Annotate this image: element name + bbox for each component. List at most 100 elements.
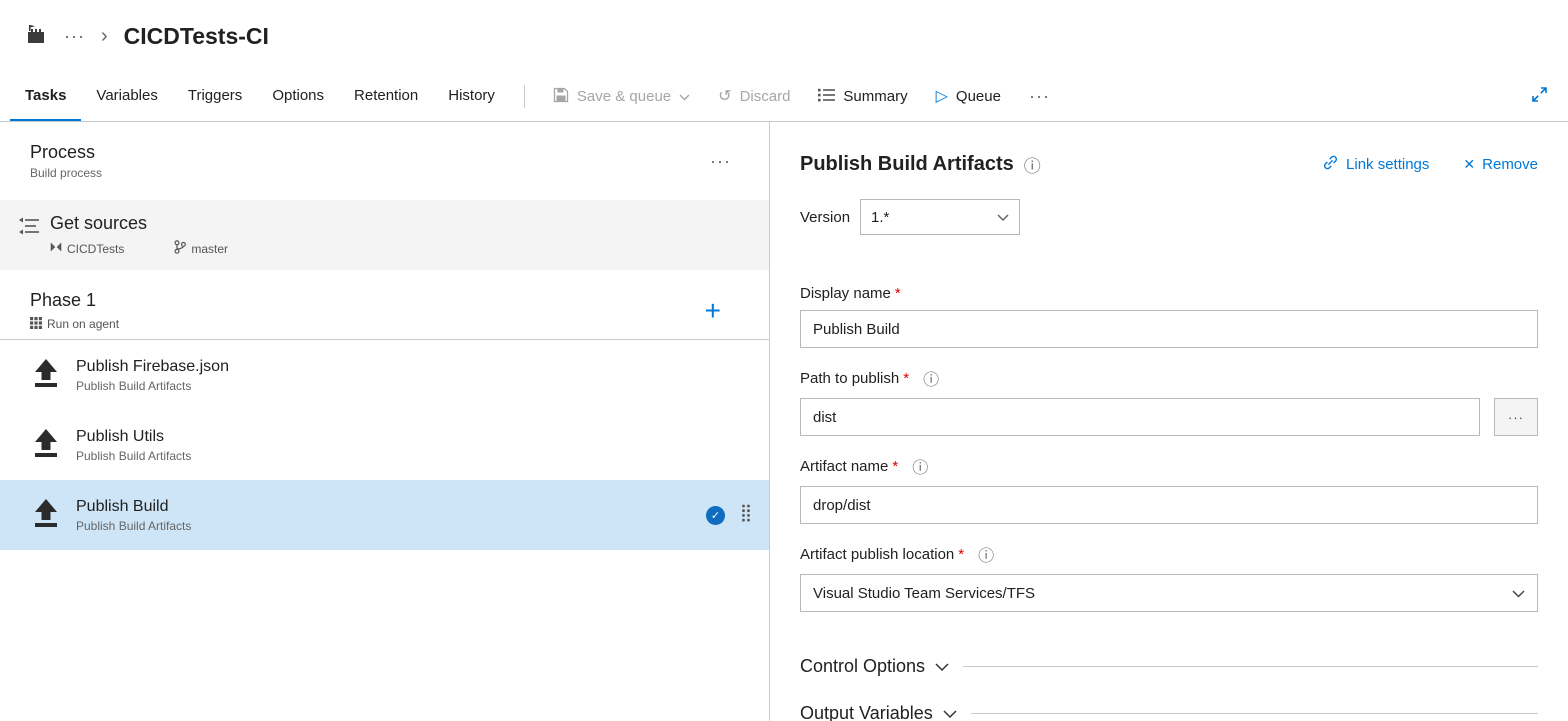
selected-check-icon: ✓: [706, 505, 725, 525]
task-name: Publish Build: [76, 497, 169, 515]
task-item-publish-firebase[interactable]: Publish Firebase.json Publish Build Arti…: [0, 340, 769, 410]
tab-label: Triggers: [187, 87, 243, 104]
branch-icon: [174, 240, 187, 257]
queue-button[interactable]: ▷ Queue: [922, 72, 1015, 121]
control-options-section[interactable]: Control Options: [800, 656, 1538, 677]
remove-button[interactable]: ✕ Remove: [1463, 156, 1538, 173]
version-label: Version: [800, 208, 851, 226]
info-icon[interactable]: ⓘ: [923, 366, 939, 390]
sources-icon: [18, 217, 40, 257]
process-title: Process: [30, 142, 96, 162]
branch-name: master: [191, 241, 229, 256]
page-title: CICDTests-CI: [123, 22, 269, 49]
toolbar-more-button[interactable]: ···: [1015, 72, 1064, 121]
toolbar-divider: [523, 85, 525, 108]
path-to-publish-input[interactable]: [800, 398, 1480, 436]
chevron-down-icon: [925, 656, 949, 677]
task-type: Publish Build Artifacts: [76, 378, 192, 393]
link-settings-label: Link settings: [1346, 156, 1430, 173]
close-icon: ✕: [1463, 156, 1476, 172]
task-name: Publish Utils: [76, 427, 165, 445]
path-to-publish-label: Path to publish: [800, 369, 900, 387]
task-detail-panel: Publish Build Artifacts ⓘ Link settings …: [770, 122, 1568, 721]
version-value: 1.*: [871, 208, 890, 226]
repository-name: CICDTests: [67, 241, 125, 256]
discard-button[interactable]: ↺ Discard: [704, 72, 804, 121]
chevron-down-icon: [679, 88, 690, 105]
upload-artifact-icon: [32, 498, 60, 533]
tab-tasks[interactable]: Tasks: [10, 72, 82, 121]
tab-label: History: [448, 87, 495, 104]
process-more-button[interactable]: ···: [710, 151, 731, 172]
agent-grid-icon: [30, 316, 42, 332]
artifact-name-label: Artifact name: [800, 457, 889, 475]
required-mark: *: [894, 285, 901, 302]
task-name: Publish Firebase.json: [76, 357, 229, 375]
get-sources-item[interactable]: Get sources CICDTests master: [0, 200, 769, 270]
tab-label: Tasks: [25, 87, 67, 104]
tab-options[interactable]: Options: [257, 72, 339, 121]
fullscreen-button[interactable]: [1511, 72, 1568, 121]
path-to-publish-field-group: Path to publish * ⓘ ···: [800, 366, 1538, 436]
info-icon[interactable]: ⓘ: [1024, 152, 1041, 177]
build-definition-icon: [24, 22, 48, 51]
breadcrumb-chevron-icon: ›: [100, 24, 108, 47]
tab-history[interactable]: History: [433, 72, 510, 121]
task-item-publish-utils[interactable]: Publish Utils Publish Build Artifacts: [0, 410, 769, 480]
artifact-publish-location-select[interactable]: Visual Studio Team Services/TFS: [800, 574, 1538, 612]
phase-item[interactable]: Phase 1 Run on agent +: [0, 282, 769, 340]
task-detail-title: Publish Build Artifacts: [800, 153, 1014, 175]
task-type: Publish Build Artifacts: [76, 518, 192, 533]
section-divider: [970, 713, 1538, 714]
remove-label: Remove: [1482, 156, 1538, 173]
display-name-input[interactable]: [800, 310, 1538, 348]
chevron-down-icon: [1512, 585, 1525, 602]
output-variables-section[interactable]: Output Variables: [800, 703, 1538, 721]
task-type: Publish Build Artifacts: [76, 448, 192, 463]
save-icon: [553, 87, 569, 107]
drag-handle[interactable]: [741, 504, 751, 527]
phase-title: Phase 1: [30, 289, 97, 310]
required-mark: *: [892, 457, 899, 475]
tab-triggers[interactable]: Triggers: [173, 72, 257, 121]
main-content: Process Build process ··· Get sources CI…: [0, 122, 1568, 721]
save-and-queue-label: Save & queue: [576, 88, 672, 105]
artifact-publish-location-label: Artifact publish location: [800, 545, 955, 563]
section-divider: [963, 666, 1538, 667]
link-icon: [1322, 154, 1339, 175]
summary-button[interactable]: Summary: [804, 72, 921, 121]
tab-retention[interactable]: Retention: [339, 72, 433, 121]
top-header: ··· › CICDTests-CI: [0, 0, 1568, 72]
required-mark: *: [903, 369, 910, 387]
upload-artifact-icon: [32, 358, 60, 393]
artifact-publish-location-value: Visual Studio Team Services/TFS: [813, 584, 1036, 602]
tab-label: Retention: [354, 87, 419, 104]
display-name-field-group: Display name *: [800, 285, 1538, 348]
chevron-down-icon: [933, 703, 957, 721]
version-dropdown[interactable]: 1.*: [860, 199, 1021, 235]
required-mark: *: [958, 545, 965, 563]
tab-bar: Tasks Variables Triggers Options Retenti…: [0, 72, 1568, 122]
play-icon: ▷: [935, 87, 948, 105]
tab-label: Options: [272, 87, 325, 104]
tab-label: Variables: [96, 87, 158, 104]
artifact-name-field-group: Artifact name * ⓘ: [800, 454, 1538, 524]
get-sources-title: Get sources: [50, 213, 148, 233]
add-task-button[interactable]: +: [705, 295, 721, 327]
artifact-name-input[interactable]: [800, 486, 1538, 524]
process-header: Process Build process ···: [0, 122, 769, 200]
chevron-down-icon: [997, 209, 1009, 226]
tab-variables[interactable]: Variables: [81, 72, 172, 121]
task-item-publish-build[interactable]: Publish Build Publish Build Artifacts ✓: [0, 480, 769, 550]
pipeline-panel: Process Build process ··· Get sources CI…: [0, 122, 770, 721]
info-icon[interactable]: ⓘ: [978, 542, 994, 566]
breadcrumb-more-button[interactable]: ···: [64, 26, 85, 47]
artifact-publish-location-field-group: Artifact publish location * ⓘ Visual Stu…: [800, 542, 1538, 612]
process-subtitle: Build process: [30, 166, 103, 180]
output-variables-label: Output Variables: [800, 703, 933, 721]
link-settings-button[interactable]: Link settings: [1322, 154, 1429, 175]
save-and-queue-button[interactable]: Save & queue: [539, 72, 704, 121]
info-icon[interactable]: ⓘ: [912, 454, 928, 478]
browse-button[interactable]: ···: [1494, 398, 1538, 436]
summary-list-icon: [818, 88, 836, 106]
